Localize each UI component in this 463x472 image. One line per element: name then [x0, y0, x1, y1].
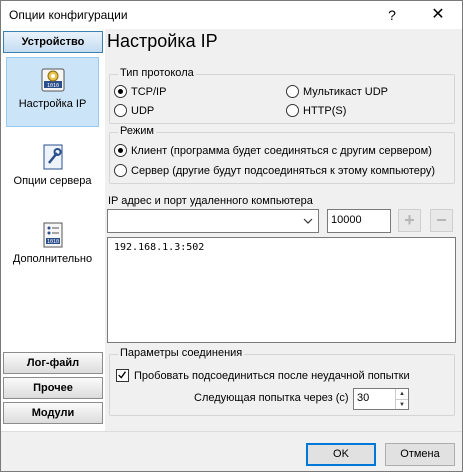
wrench-document-icon: [43, 144, 62, 170]
spin-up-icon[interactable]: ▲: [395, 389, 408, 399]
next-attempt-spinbox[interactable]: 30 ▲ ▼: [353, 388, 409, 410]
sidebar-item-advanced[interactable]: 1010 Дополнительно: [6, 219, 99, 289]
category-device-button[interactable]: Устройство: [3, 31, 103, 53]
sidebar-item-label: Опции сервера: [13, 175, 92, 187]
connection-legend: Параметры соединения: [118, 347, 245, 359]
retry-label: Пробовать подсоединиться после неудачной…: [134, 369, 410, 382]
ok-button[interactable]: OK: [306, 443, 376, 466]
checkmark-icon: [118, 371, 127, 379]
radio-label: HTTP(S): [303, 104, 347, 117]
mode-legend: Режим: [118, 125, 156, 137]
radio-multicast-udp[interactable]: Мультикаст UDP: [286, 85, 388, 98]
radio-dot: [286, 104, 299, 117]
protocol-group: Тип протокола: [109, 67, 455, 124]
radio-dot: [286, 85, 299, 98]
checkbox-box: [116, 369, 129, 382]
radio-label: Клиент (программа будет соединяться с др…: [131, 144, 432, 157]
radio-label: Сервер (другие будут подсоединяться к эт…: [131, 164, 436, 177]
checklist-icon: 1010: [43, 222, 62, 248]
spin-down-icon[interactable]: ▼: [395, 399, 408, 409]
radio-label: Мультикаст UDP: [303, 85, 389, 98]
config-dialog: Опции конфигурации ? ✕ Устройство 1010 Н…: [0, 0, 463, 472]
add-address-button[interactable]: +: [398, 209, 421, 232]
svg-text:1010: 1010: [46, 239, 58, 245]
chevron-down-icon[interactable]: [302, 215, 314, 227]
svg-text:1010: 1010: [46, 83, 58, 89]
radio-https[interactable]: HTTP(S): [286, 104, 346, 117]
protocol-legend: Тип протокола: [118, 67, 196, 79]
category-logfile-button[interactable]: Лог-файл: [3, 352, 103, 374]
radio-tcpip[interactable]: TCP/IP: [114, 85, 166, 98]
radio-server-mode[interactable]: Сервер (другие будут подсоединяться к эт…: [114, 164, 435, 177]
radio-label: TCP/IP: [131, 85, 167, 98]
sidebar: Устройство 1010 Настройка IP Опции серве…: [1, 29, 105, 431]
help-button[interactable]: ?: [369, 1, 415, 29]
sidebar-item-server-options[interactable]: Опции сервера: [6, 139, 99, 207]
category-misc-button[interactable]: Прочее: [3, 377, 103, 399]
close-button[interactable]: ✕: [415, 1, 461, 29]
radio-dot: [114, 144, 127, 157]
remote-address-combobox[interactable]: [107, 209, 319, 233]
radio-dot: [114, 85, 127, 98]
remote-address-label: IP адрес и порт удаленного компьютера: [108, 195, 313, 207]
remove-address-button[interactable]: −: [430, 209, 453, 232]
radio-label: UDP: [131, 104, 155, 117]
title-bar: Опции конфигурации ? ✕: [1, 1, 462, 29]
radio-dot: [114, 104, 127, 117]
next-attempt-value: 30: [357, 392, 370, 404]
sidebar-item-label: Дополнительно: [12, 253, 93, 265]
radio-udp[interactable]: UDP: [114, 104, 154, 117]
sidebar-item-label: Настройка IP: [18, 98, 87, 110]
network-settings-icon: 1010: [41, 68, 64, 92]
sidebar-item-ip-settings[interactable]: 1010 Настройка IP: [6, 57, 99, 127]
port-input[interactable]: 10000: [327, 209, 391, 233]
retry-checkbox[interactable]: Пробовать подсоединиться после неудачной…: [116, 369, 410, 382]
category-modules-button[interactable]: Модули: [3, 402, 103, 424]
window-title: Опции конфигурации: [9, 8, 128, 22]
page-title: Настройка IP: [107, 31, 218, 51]
address-list[interactable]: 192.168.1.3:502: [107, 237, 456, 343]
cancel-button[interactable]: Отмена: [385, 443, 455, 466]
radio-dot: [114, 164, 127, 177]
next-attempt-label: Следующая попытка через (с): [194, 392, 349, 404]
radio-client-mode[interactable]: Клиент (программа будет соединяться с др…: [114, 144, 432, 157]
